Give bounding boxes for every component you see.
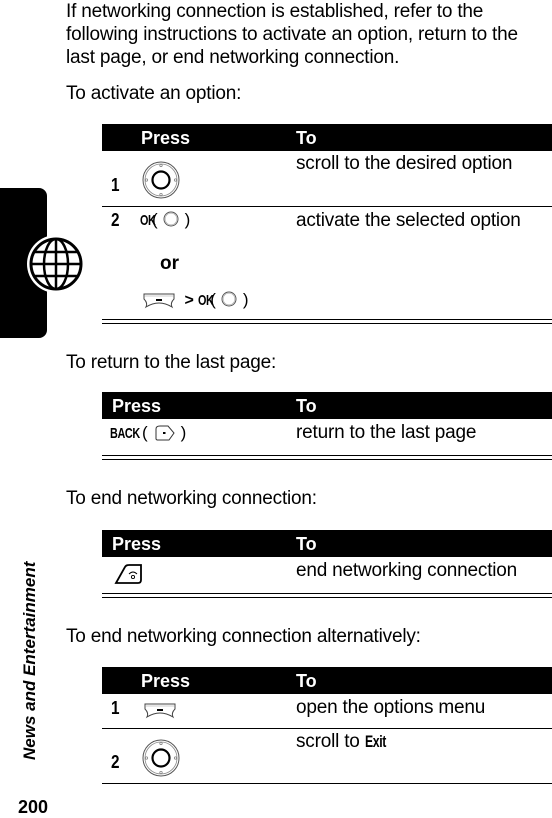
intro-paragraph: If networking connection is established,… <box>66 0 518 69</box>
table-bottom-rule <box>102 319 552 320</box>
nav-key-icon <box>142 161 180 199</box>
action-text: end networking connection <box>296 560 518 581</box>
table-header: Press To <box>102 124 552 151</box>
or-label: or <box>160 253 179 274</box>
nav-key-icon[interactable] <box>141 738 181 778</box>
column-header-press: Press <box>141 128 191 148</box>
row-divider <box>102 728 552 729</box>
intro-line: following instructions to activate an op… <box>66 24 518 45</box>
action-text: activate the selected option <box>296 210 521 231</box>
section-heading: To end networking connection alternative… <box>66 626 421 647</box>
action-text: scroll to the desired option <box>296 153 513 174</box>
table-bottom-rule <box>102 783 552 784</box>
column-header-to: To <box>296 671 317 691</box>
ok-key-label: OK <box>140 212 156 229</box>
action-text: open the options menu <box>296 697 486 718</box>
action-text: return to the last page <box>296 422 477 443</box>
back-soft-key-icon <box>155 425 175 441</box>
end-key-icon[interactable] <box>114 563 144 585</box>
section-heading: To activate an option: <box>66 83 242 104</box>
step-number: 2 <box>111 210 120 230</box>
step-number: 1 <box>111 698 120 718</box>
menu-item-exit: Exit <box>364 732 386 751</box>
table-bottom-rule <box>102 455 552 456</box>
table-bottom-rule <box>102 323 552 324</box>
globe-icon <box>27 235 85 293</box>
column-header-press: Press <box>112 534 162 554</box>
back-key-label: BACK <box>110 425 140 442</box>
ok-key-instruction[interactable]: OK( ) <box>140 210 190 234</box>
menu-ok-instruction[interactable]: > OK( ) <box>142 290 249 314</box>
table-bottom-rule <box>102 459 552 460</box>
menu-key-icon[interactable] <box>143 701 177 719</box>
section-heading: To end networking connection: <box>66 488 317 509</box>
column-header-press: Press <box>141 671 191 691</box>
column-header-to: To <box>296 128 317 148</box>
table-header: Press To <box>102 392 552 419</box>
step-number: 1 <box>111 175 120 195</box>
column-header-to: To <box>296 396 317 416</box>
column-header-press: Press <box>112 396 162 416</box>
action-text: scroll to Exit <box>296 731 393 753</box>
section-heading: To return to the last page: <box>66 352 277 373</box>
table-bottom-rule <box>102 597 552 598</box>
page-number: 200 <box>18 797 49 817</box>
section-label: News and Entertainment <box>20 561 39 760</box>
column-header-to: To <box>296 534 317 554</box>
center-select-key-icon <box>221 291 237 307</box>
menu-key-icon <box>143 293 175 309</box>
intro-line: last page, or end networking connection. <box>66 47 400 68</box>
table-header: Press To <box>102 667 552 694</box>
row-divider <box>102 206 552 207</box>
table-header: Press To <box>102 530 552 557</box>
back-key-instruction[interactable]: BACK( ) <box>110 423 186 447</box>
menu-separator: > <box>184 292 194 309</box>
ok-key-label: OK <box>198 292 214 309</box>
table-bottom-rule <box>102 593 552 594</box>
center-select-key-icon <box>163 211 179 227</box>
action-prefix: scroll to <box>296 731 365 752</box>
step-number: 2 <box>111 752 120 772</box>
intro-line: If networking connection is established,… <box>66 1 484 22</box>
